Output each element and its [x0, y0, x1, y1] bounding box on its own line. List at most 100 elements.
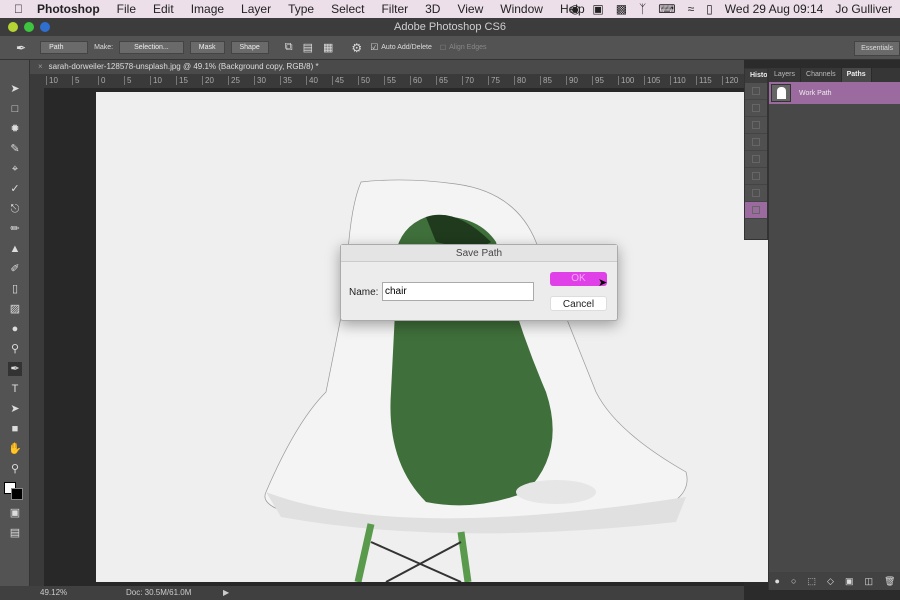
history-state[interactable]: [745, 168, 767, 185]
shape-button[interactable]: Shape: [230, 41, 269, 54]
history-brush-tool-icon[interactable]: ✐: [8, 262, 22, 276]
path-operations-icon[interactable]: ⧉: [285, 41, 293, 54]
eraser-tool-icon[interactable]: ▯: [8, 282, 22, 296]
workspace-button[interactable]: Essentials: [854, 41, 900, 56]
battery-icon[interactable]: ▯: [706, 2, 713, 16]
ruler-tick-label: 45: [332, 76, 344, 85]
crop-tool-icon[interactable]: ⌖: [8, 162, 22, 176]
history-state[interactable]: [745, 151, 767, 168]
pen-tool-icon[interactable]: ✒: [16, 41, 26, 55]
hand-tool-icon[interactable]: ✋: [8, 442, 22, 456]
path-select-tool-icon[interactable]: ➤: [8, 402, 22, 416]
menu-file[interactable]: File: [117, 2, 136, 16]
ruler-tick-label: 115: [696, 76, 712, 85]
tab-layers[interactable]: Layers: [769, 68, 802, 82]
selection-button[interactable]: Selection...: [119, 41, 184, 54]
ruler-tick-label: 100: [618, 76, 634, 85]
healing-tool-icon[interactable]: ⎋: [8, 202, 22, 216]
zoom-button[interactable]: [40, 22, 50, 32]
mode-select[interactable]: Path: [40, 41, 89, 54]
align-edges-label: Align Edges: [449, 44, 487, 51]
ruler-tick-label: 35: [280, 76, 292, 85]
brush-tool-icon[interactable]: ✏: [8, 222, 22, 236]
lasso-tool-icon[interactable]: ✹: [8, 122, 22, 136]
type-tool-icon[interactable]: T: [8, 382, 22, 396]
auto-add-delete-checkbox[interactable]: ☑: [370, 42, 378, 53]
color-swatches-icon[interactable]: [4, 482, 23, 500]
menu-edit[interactable]: Edit: [153, 2, 174, 16]
photo-image: [264, 179, 688, 582]
document-tab[interactable]: × sarah-dorweiler-128578-unsplash.jpg @ 4…: [30, 60, 744, 74]
menu-3d[interactable]: 3D: [425, 2, 440, 16]
path-item-work-path[interactable]: Work Path: [769, 82, 900, 104]
rectangle-tool-icon[interactable]: ■: [8, 422, 22, 436]
path-name: Work Path: [799, 89, 832, 97]
mouse-cursor-icon: ➤: [598, 277, 608, 289]
close-button[interactable]: [8, 22, 18, 32]
dodge-tool-icon[interactable]: ⚲: [8, 342, 22, 356]
history-tab[interactable]: History: [745, 69, 767, 83]
align-edges-checkbox[interactable]: ☐: [440, 44, 446, 52]
quick-mask-icon[interactable]: ▣: [8, 506, 22, 520]
minimize-button[interactable]: [24, 22, 34, 32]
fill-path-icon[interactable]: ●: [775, 576, 780, 586]
history-state[interactable]: [745, 185, 767, 202]
stroke-path-icon[interactable]: ○: [791, 576, 796, 586]
add-mask-icon[interactable]: ▣: [845, 576, 854, 587]
eyedropper-tool-icon[interactable]: ✓: [8, 182, 22, 196]
screen-mode-icon[interactable]: ▤: [8, 526, 22, 540]
quick-select-tool-icon[interactable]: ✎: [8, 142, 22, 156]
paths-panel-footer: ● ○ ⬚ ◇ ▣ ◫ 🗑: [769, 572, 900, 590]
keyboard-icon[interactable]: ⌨: [658, 2, 675, 16]
ruler-tick-label: 50: [358, 76, 370, 85]
menu-app[interactable]: Photoshop: [37, 2, 100, 16]
move-tool-icon[interactable]: ➤: [8, 82, 22, 96]
new-path-icon[interactable]: ◫: [865, 576, 874, 587]
zoom-tool-icon[interactable]: ⚲: [8, 462, 22, 476]
status-menu-arrow-icon[interactable]: ▶: [223, 586, 229, 600]
tab-paths[interactable]: Paths: [841, 68, 872, 82]
gradient-tool-icon[interactable]: ▨: [8, 302, 22, 316]
menu-type[interactable]: Type: [288, 2, 314, 16]
pen-tool-icon[interactable]: ✒: [8, 362, 22, 376]
delete-path-icon[interactable]: 🗑: [884, 576, 895, 587]
binoculars-icon[interactable]: ▩: [616, 2, 627, 16]
menu-layer[interactable]: Layer: [241, 2, 271, 16]
path-thumbnail: [771, 84, 791, 102]
wifi-icon[interactable]: ≈: [688, 2, 695, 16]
gear-icon[interactable]: ⚙: [351, 41, 362, 55]
path-arrangement-icon[interactable]: ▦: [323, 41, 333, 54]
blur-tool-icon[interactable]: ●: [8, 322, 22, 336]
menu-image[interactable]: Image: [191, 2, 224, 16]
mask-button[interactable]: Mask: [189, 41, 225, 54]
zoom-level[interactable]: 49.12%: [40, 586, 67, 600]
menu-filter[interactable]: Filter: [381, 2, 408, 16]
menu-view[interactable]: View: [457, 2, 483, 16]
history-state[interactable]: [745, 100, 767, 117]
user-name[interactable]: Jo Gulliver: [835, 2, 892, 16]
clock[interactable]: Wed 29 Aug 09:14: [725, 2, 824, 16]
bluetooth-icon[interactable]: ᛉ: [639, 2, 646, 16]
creative-cloud-icon[interactable]: ◉: [570, 2, 580, 16]
menu-window[interactable]: Window: [500, 2, 543, 16]
doc-size[interactable]: Doc: 30.5M/61.0M: [126, 586, 191, 600]
close-tab-icon[interactable]: ×: [38, 62, 43, 71]
marquee-tool-icon[interactable]: □: [8, 102, 22, 116]
history-state[interactable]: [745, 134, 767, 151]
history-state-selected[interactable]: [745, 202, 767, 219]
apple-icon[interactable]: : [14, 2, 23, 16]
tab-channels[interactable]: Channels: [801, 68, 842, 82]
cancel-button[interactable]: Cancel: [550, 296, 607, 311]
history-state[interactable]: [745, 83, 767, 100]
horizontal-ruler: 10 5 0 5 10 15 20 25 30 35 40 45 50 55 60 65 70 75 80 85 90 9…: [44, 74, 744, 88]
history-state[interactable]: [745, 117, 767, 134]
load-selection-icon[interactable]: ⬚: [807, 576, 816, 587]
history-panel: History: [744, 68, 768, 240]
make-work-path-icon[interactable]: ◇: [827, 576, 834, 587]
stamp-tool-icon[interactable]: ▲: [8, 242, 22, 256]
document-canvas[interactable]: [96, 92, 768, 582]
html5-icon[interactable]: ▣: [592, 2, 603, 16]
name-input[interactable]: [382, 282, 534, 301]
path-alignment-icon[interactable]: ▤: [303, 41, 313, 54]
menu-select[interactable]: Select: [331, 2, 364, 16]
